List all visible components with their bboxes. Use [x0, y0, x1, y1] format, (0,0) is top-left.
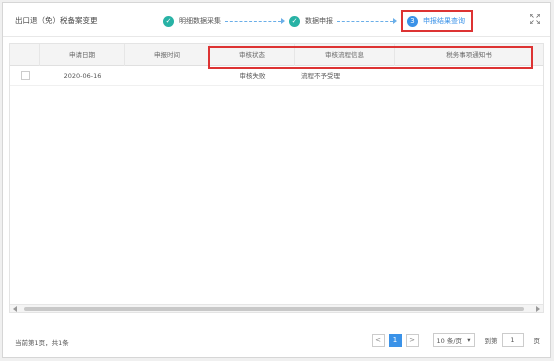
column-header-select [10, 44, 40, 66]
page-size-select[interactable]: 10 条/页 ▾ [432, 333, 475, 347]
step-progress: ✓ 明细数据采集 ✓ 数据申报 3 申报结果查询 [163, 10, 473, 32]
dashed-line [337, 20, 393, 22]
page-size-value: 10 条/页 [436, 337, 463, 345]
table-header: 申请日期 申报时间 审核状态 审核流程信息 税务事项通知书 [10, 44, 543, 66]
scroll-left-icon[interactable] [13, 306, 17, 312]
column-header-tax-notice[interactable]: 税务事项通知书 [395, 44, 543, 66]
results-table: 申请日期 申报时间 审核状态 审核流程信息 税务事项通知书 2020-06-16… [9, 43, 544, 313]
table-row[interactable]: 2020-06-16 审核失败 流程不予受理 [10, 66, 543, 86]
column-header-review-status[interactable]: 审核状态 [210, 44, 295, 66]
table-footer: 当前第1页，共1条 < 1 > 10 条/页 ▾ 到第 1 页 [3, 325, 550, 357]
chevron-down-icon: ▾ [467, 336, 471, 344]
prev-page-button[interactable]: < [371, 333, 385, 347]
arrow-right-icon [393, 18, 397, 24]
scroll-right-icon[interactable] [536, 306, 540, 312]
step-result-query[interactable]: 3 申报结果查询 [401, 10, 473, 32]
step-connector [225, 18, 285, 24]
cell-apply-date: 2020-06-16 [63, 72, 102, 80]
scrollbar-thumb[interactable] [24, 307, 524, 311]
step-number-icon: 3 [407, 15, 418, 27]
cell-review-flow: 流程不予受理 [301, 72, 340, 80]
goto-label: 到第 [484, 337, 498, 345]
cell-review-status: 审核失败 [239, 72, 266, 80]
column-header-apply-date[interactable]: 申请日期 [40, 44, 125, 66]
arrow-right-icon [281, 18, 285, 24]
step-label: 明细数据采集 [179, 17, 221, 25]
step-detail-collection[interactable]: ✓ 明细数据采集 [163, 11, 221, 31]
goto-suffix: 页 [533, 337, 541, 345]
cell-declare-time [125, 66, 210, 86]
step-data-declaration[interactable]: ✓ 数据申报 [289, 11, 333, 31]
step-label: 数据申报 [305, 17, 333, 25]
cell-tax-notice [395, 66, 543, 86]
page-title: 出口退（免）税备案变更 [15, 16, 98, 25]
expand-icon[interactable] [530, 14, 540, 24]
horizontal-scrollbar[interactable] [10, 304, 543, 312]
main-panel: 出口退（免）税备案变更 ✓ 明细数据采集 ✓ 数据申报 3 申报结果查询 申请日… [2, 2, 551, 358]
page-header: 出口退（免）税备案变更 ✓ 明细数据采集 ✓ 数据申报 3 申报结果查询 [3, 3, 550, 37]
row-checkbox[interactable] [20, 71, 30, 80]
pagination: < 1 > 10 条/页 ▾ 到第 1 页 [371, 333, 541, 347]
row-select [10, 66, 40, 86]
page-number-button[interactable]: 1 [388, 333, 402, 347]
check-icon: ✓ [163, 15, 174, 27]
column-header-review-flow[interactable]: 审核流程信息 [295, 44, 395, 66]
column-header-declare-time[interactable]: 申报时间 [125, 44, 210, 66]
next-page-button[interactable]: > [405, 333, 419, 347]
dashed-line [225, 20, 281, 22]
step-connector [337, 18, 397, 24]
pagination-summary: 当前第1页，共1条 [15, 339, 69, 347]
goto-page-input[interactable]: 1 [501, 333, 524, 347]
step-label: 申报结果查询 [423, 17, 465, 25]
check-icon: ✓ [289, 15, 300, 27]
